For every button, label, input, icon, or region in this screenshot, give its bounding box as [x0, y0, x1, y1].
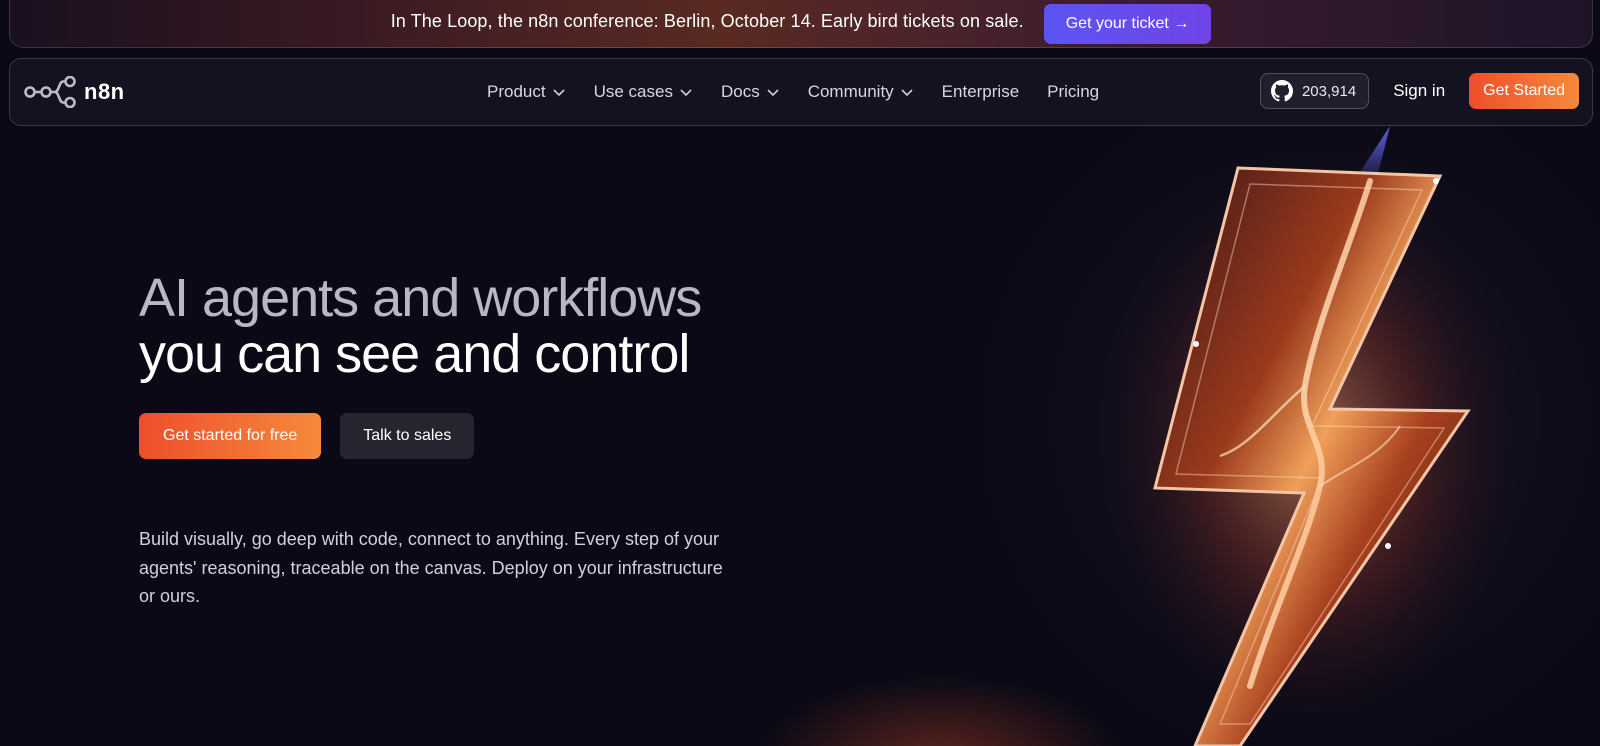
nav-actions: 203,914 Sign in Get Started: [1259, 73, 1579, 109]
nav-item-label: Enterprise: [941, 82, 1020, 101]
github-stars-button[interactable]: 203,914: [1259, 73, 1370, 109]
sign-in-link[interactable]: Sign in: [1393, 81, 1445, 101]
nav-item-pricing[interactable]: Pricing: [1047, 82, 1099, 102]
nav-item-label: Product: [487, 82, 546, 101]
get-started-button[interactable]: Get Started: [1469, 73, 1579, 109]
hero-cta-row: Get started for free Talk to sales: [139, 413, 475, 459]
announcement-banner: In The Loop, the n8n conference: Berlin,…: [9, 0, 1593, 48]
nav-item-label: Community: [807, 82, 894, 101]
navbar: n8n Product Use cases Docs Community Ent…: [9, 58, 1593, 126]
banner-text: In The Loop, the n8n conference: Berlin,…: [390, 11, 1024, 31]
n8n-logo-icon: [24, 76, 78, 108]
nav-item-label: Docs: [720, 82, 760, 101]
github-star-count: 203,914: [1301, 82, 1357, 100]
page: In The Loop, the n8n conference: Berlin,…: [0, 0, 1600, 746]
chevron-down-icon: [679, 85, 693, 99]
get-ticket-button[interactable]: Get your ticket →: [1043, 3, 1212, 44]
get-started-free-button[interactable]: Get started for free: [139, 413, 322, 459]
hero-title-line-1: AI agents and workflows: [139, 268, 702, 328]
nav-item-use-cases[interactable]: Use cases: [594, 82, 693, 102]
nav-item-product[interactable]: Product: [487, 82, 566, 102]
hero-title-line-2: you can see and control: [139, 324, 690, 384]
nav-item-community[interactable]: Community: [808, 82, 914, 102]
chevron-down-icon: [766, 85, 780, 99]
chevron-down-icon: [900, 85, 914, 99]
chevron-down-icon: [552, 85, 566, 99]
nav-item-docs[interactable]: Docs: [721, 82, 780, 102]
nav-item-label: Pricing: [1047, 82, 1100, 101]
logo-text: n8n: [84, 79, 125, 104]
logo[interactable]: n8n: [24, 76, 125, 108]
lightning-bolt-illustration: [1100, 126, 1520, 746]
hero-title: AI agents and workflows you can see and …: [139, 268, 702, 384]
hero-subtitle: Build visually, go deep with code, conne…: [139, 529, 723, 606]
talk-to-sales-button[interactable]: Talk to sales: [340, 413, 475, 459]
nav-item-enterprise[interactable]: Enterprise: [942, 82, 1019, 102]
nav-item-label: Use cases: [593, 82, 673, 101]
main-nav: Product Use cases Docs Community Enterpr…: [487, 59, 1127, 125]
github-icon: [1270, 80, 1293, 102]
